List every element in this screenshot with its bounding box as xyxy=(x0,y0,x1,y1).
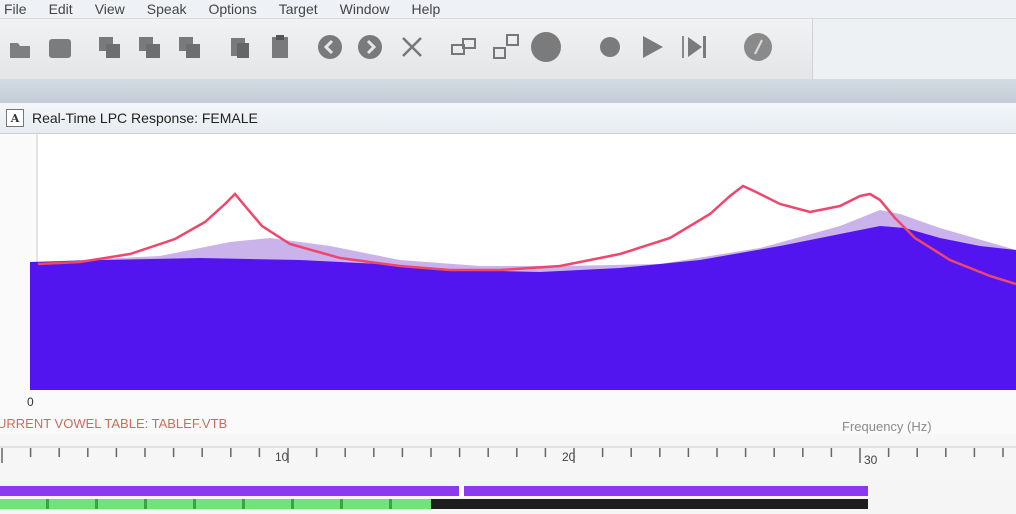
menu-target[interactable]: Target xyxy=(279,1,318,17)
clipboard-paste-icon[interactable] xyxy=(264,31,296,63)
ruler-label-10: 10 xyxy=(275,450,289,464)
menu-speak[interactable]: Speak xyxy=(147,1,187,17)
play-to-end-icon[interactable] xyxy=(678,31,710,63)
toolbar-extra-area xyxy=(812,19,1016,79)
window-title: Real-Time LPC Response: FEMALE xyxy=(32,110,258,126)
lpc-window: A Real-Time LPC Response: FEMALE 0 URREN… xyxy=(0,103,1016,514)
unlink-icon[interactable] xyxy=(490,31,522,63)
help-icon[interactable] xyxy=(742,31,774,63)
menu-edit[interactable]: Edit xyxy=(49,1,73,17)
frequency-label: Frequency (Hz) xyxy=(842,419,932,434)
copy-stack-icon[interactable] xyxy=(94,31,126,63)
duplicate-icon[interactable] xyxy=(174,31,206,63)
toolbar xyxy=(0,19,1016,79)
clipboard-copy-icon[interactable] xyxy=(224,31,256,63)
vowel-table-label: URRENT VOWEL TABLE: TABLEF.VTB xyxy=(0,416,228,431)
link-icon[interactable] xyxy=(448,31,480,63)
next-icon[interactable] xyxy=(354,31,386,63)
stop-icon[interactable] xyxy=(530,31,562,63)
lower-meter-fill xyxy=(0,499,431,509)
play-icon[interactable] xyxy=(636,31,668,63)
upper-meter-fill xyxy=(0,486,868,496)
window-titlebar[interactable]: A Real-Time LPC Response: FEMALE xyxy=(0,103,1016,134)
ruler-label-30: 30 xyxy=(864,453,878,467)
menu-help[interactable]: Help xyxy=(411,1,440,17)
paste-stack-icon[interactable] xyxy=(134,31,166,63)
menu-options[interactable]: Options xyxy=(208,1,256,17)
progress-area xyxy=(0,480,1016,514)
menu-view[interactable]: View xyxy=(95,1,125,17)
mdi-client-band xyxy=(0,79,1016,103)
lpc-plot xyxy=(0,134,1016,434)
window-system-icon[interactable]: A xyxy=(6,109,24,127)
axis-zero-label: 0 xyxy=(27,395,34,409)
previous-icon[interactable] xyxy=(314,31,346,63)
delete-icon[interactable] xyxy=(396,31,428,63)
save-icon[interactable] xyxy=(44,31,76,63)
menu-bar: File Edit View Speak Options Target Wind… xyxy=(0,0,1016,19)
upper-meter-marker[interactable] xyxy=(459,485,464,497)
open-icon[interactable] xyxy=(4,31,36,63)
menu-window[interactable]: Window xyxy=(340,1,390,17)
menu-file[interactable]: File xyxy=(4,1,27,17)
frequency-ruler: 10 20 30 xyxy=(0,446,1016,467)
record-icon[interactable] xyxy=(594,31,626,63)
